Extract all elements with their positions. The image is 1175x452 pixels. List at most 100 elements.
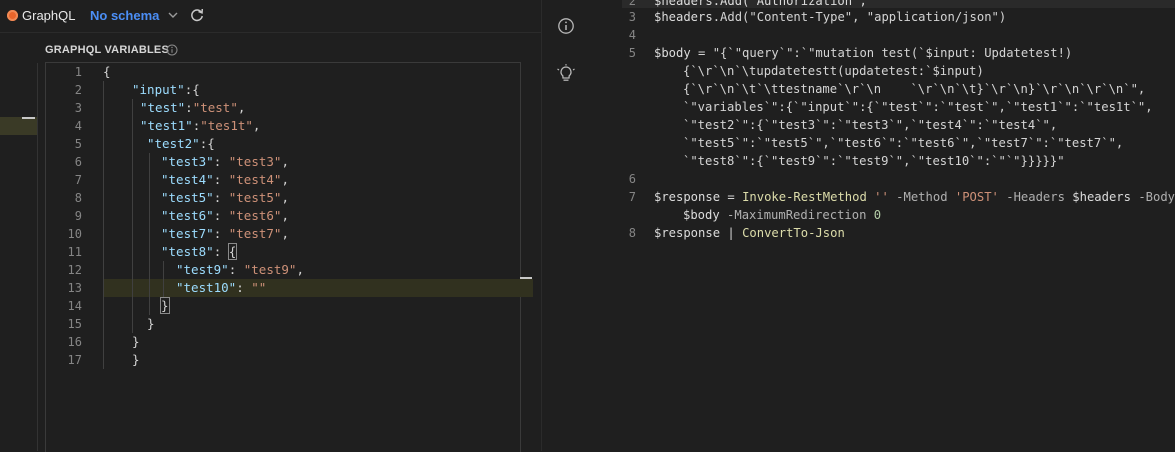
json-value: "test6" [228,208,282,223]
line-number: 15 [67,317,82,331]
code-snippet-pane: 2 $headers.Add("Authorization", 3 $heade… [541,0,1175,451]
punct: : [213,226,229,241]
brace: } [132,334,140,349]
code-line: "test":"test", [140,99,245,117]
code-line: $body = "{`"query`":`"mutation test(`$in… [654,44,1072,62]
code-text: "{`"query`":`"mutation test(`$input: Upd… [712,46,1073,60]
json-key: "test6" [161,208,214,223]
json-value: "test9" [243,262,297,277]
code-line: "test3": "test3", [161,153,289,171]
query-editor-active-line [0,117,37,135]
code-line: "test2":{ [147,135,215,153]
chevron-down-icon[interactable] [166,6,180,24]
line-number: 7 [628,190,636,204]
snippet-side-toolbar [542,0,592,451]
code-text: $headers.Add("Authorization", [654,0,867,8]
line-number: 9 [74,209,82,223]
variable: $body [654,46,691,60]
code-line: } [132,333,140,351]
code-text: `"test8`":{`"test9`":`"test9`",`"test10`… [683,154,1065,168]
json-key: "test8" [161,244,214,259]
punct: , [252,118,261,133]
json-key: "test7" [161,226,214,241]
json-key: "input" [132,82,185,97]
punct: : [213,190,229,205]
json-value: "tes1t" [200,118,253,133]
code-line-wrapped: $body -MaximumRedirection 0 [683,206,881,224]
code-line: $headers.Add("Content-Type", "applicatio… [654,8,1006,26]
json-key: "test4" [161,172,214,187]
code-line: $response = Invoke-RestMethod '' -Method… [654,188,1175,206]
operator: | [720,226,743,240]
scrollbar-marker [520,277,532,279]
code-text: {`\r`\n`\tupdatetestt(updatetest:`$input… [683,64,984,78]
active-line-highlight [103,279,533,297]
json-key: "test" [140,100,186,115]
line-number: 12 [67,263,82,277]
punct: : [228,262,244,277]
code-line-wrapped: `"variables`":{`"input`":{`"test`":`"tes… [683,98,1153,116]
line-number: 3 [628,10,636,24]
line-number: 8 [628,226,636,240]
variable: $body [683,208,720,222]
code-line: "test1":"tes1t", [140,117,260,135]
matched-bracket: { [227,243,238,260]
refresh-icon[interactable] [188,6,206,24]
graphql-variables-title: GRAPHQL VARIABLES [45,44,170,56]
operator: = [690,46,713,60]
string: '' [866,190,889,204]
info-icon[interactable] [557,17,575,35]
cmdlet: Invoke-RestMethod [742,190,867,204]
punct: :{ [184,82,200,97]
code-line-wrapped: `"test5`":`"test5`",`"test6`":`"test6`",… [683,134,1123,152]
code-line: "test8": { [161,243,238,261]
punct: : [236,280,252,295]
number: 0 [873,208,882,222]
info-icon[interactable] [166,44,178,56]
json-value: "test3" [228,154,282,169]
variables-editor[interactable]: 1 2 3 4 5 6 7 8 9 10 11 12 13 14 15 16 1… [45,62,533,452]
code-line-wrapped: `"test2`":{`"test3`":`"test3`",`"test4`"… [683,116,1057,134]
code-line: "test7": "test7", [161,225,289,243]
json-value: "test7" [228,226,282,241]
schema-selector[interactable]: No schema [90,8,159,23]
punct: , [296,262,304,277]
line-number: 10 [67,227,82,241]
operator: = [720,190,743,204]
punct: : [213,208,229,223]
brace: } [147,316,155,331]
request-toolbar: GraphQL No schema [0,0,541,33]
json-key: "test5" [161,190,214,205]
indent-guide [149,153,150,315]
code-line: "test6": "test6", [161,207,289,225]
code-text: `"test5`":`"test5`",`"test6`":`"test6`",… [683,136,1124,150]
line-number: 5 [628,46,636,60]
json-value: "test5" [228,190,282,205]
punct: , [281,154,289,169]
punct: : [185,100,193,115]
line-number: 2 [74,83,82,97]
indent-guide [132,99,133,333]
punct: , [281,208,289,223]
punct: , [281,172,289,187]
line-number: 6 [74,155,82,169]
brace: { [103,64,111,79]
json-key: "test10" [176,280,237,295]
parameter: -Body [1130,190,1175,204]
code-line: } [160,297,170,315]
lightbulb-icon[interactable] [557,64,575,84]
variable: $response [654,226,721,240]
line-number: 4 [74,119,82,133]
code-line: "test4": "test4", [161,171,289,189]
punct: : [213,172,229,187]
json-key: "test9" [176,262,229,277]
line-number: 14 [67,299,82,313]
indent-guide [163,261,164,297]
json-key: "test1" [140,118,193,133]
line-number: 8 [74,191,82,205]
json-key: "test3" [161,154,214,169]
code-line: { [103,63,111,81]
code-line-wrapped: {`\r`\n`\tupdatetestt(updatetest:`$input… [683,62,984,80]
brace: } [132,352,140,367]
request-type-label[interactable]: GraphQL [22,8,75,23]
